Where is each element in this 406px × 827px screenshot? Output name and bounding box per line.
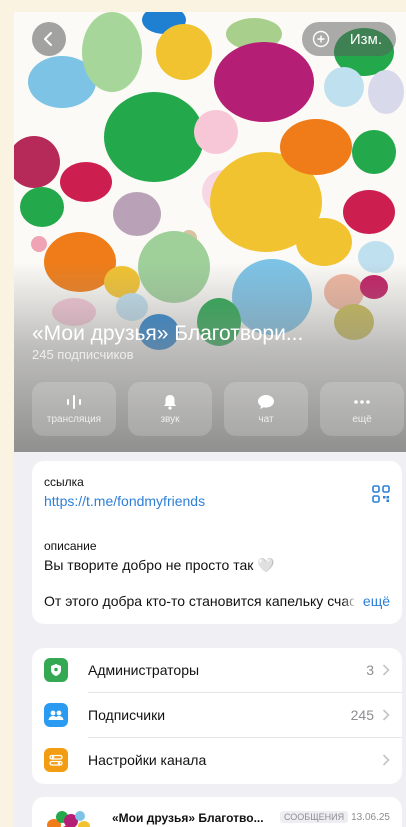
settings-row-value: 3 <box>366 662 374 678</box>
broadcast-button[interactable]: трансляция <box>32 382 116 436</box>
post-title: «Мои друзья» Благотво... <box>112 811 264 825</box>
add-emoji-icon[interactable] <box>312 30 330 48</box>
chevron-right-icon <box>382 664 390 676</box>
more-button[interactable]: ещё <box>320 382 404 436</box>
settings-row-label: Администраторы <box>88 662 200 678</box>
chevron-right-icon <box>382 754 390 766</box>
settings-row-subscribers[interactable]: Подписчики 245 <box>32 693 402 738</box>
channel-link[interactable]: https://t.me/fondmyfriends <box>44 493 205 509</box>
action-bar: трансляция звук чат ещё <box>32 382 406 436</box>
post-date: 13.06.25 <box>351 812 390 823</box>
chevron-left-icon <box>44 32 52 46</box>
channel-settings-card: Администраторы 3 Подписчики 245 Настройк… <box>32 648 402 784</box>
broadcast-icon <box>67 394 81 409</box>
channel-title: «Мои друзья» Благотвори... <box>32 322 304 345</box>
description-line-2: От этого добра кто-то становится капельк… <box>44 593 354 609</box>
bell-icon <box>164 394 176 410</box>
description-more-link[interactable]: ещё <box>342 593 390 609</box>
post-badge: СООБЩЕНИЯ <box>280 811 349 823</box>
settings-toggle-icon <box>44 748 68 772</box>
description-label: описание <box>44 539 97 553</box>
qr-code-icon[interactable] <box>372 485 390 503</box>
settings-row-label: Подписчики <box>88 707 166 723</box>
chat-label: чат <box>258 413 274 425</box>
settings-row-label: Настройки канала <box>88 752 207 768</box>
chevron-right-icon <box>382 709 390 721</box>
chat-bubble-icon <box>258 394 274 409</box>
settings-row-admins[interactable]: Администраторы 3 <box>32 648 402 693</box>
sound-button[interactable]: звук <box>128 382 212 436</box>
back-button[interactable] <box>32 22 66 56</box>
edit-button[interactable]: Изм. <box>302 22 396 56</box>
subscribers-icon <box>44 703 68 727</box>
chat-button[interactable]: чат <box>224 382 308 436</box>
subscriber-count: 245 подписчиков <box>32 347 134 362</box>
description-line-1: Вы творите добро не просто так 🤍 <box>44 557 275 573</box>
channel-cover: Изм. «Мои друзья» Благотвори... 245 подп… <box>14 12 406 452</box>
admin-shield-icon <box>44 658 68 682</box>
post-thumbnail <box>47 811 90 827</box>
channel-profile-screen: Изм. «Мои друзья» Благотвори... 245 подп… <box>14 12 406 827</box>
settings-row-value: 245 <box>350 707 374 723</box>
broadcast-label: трансляция <box>46 413 102 425</box>
more-label: ещё <box>352 413 372 425</box>
link-label: ссылка <box>44 475 84 489</box>
edit-label: Изм. <box>349 30 382 48</box>
post-preview-card[interactable]: «Мои друзья» Благотво... СООБЩЕНИЯ 13.06… <box>32 797 402 827</box>
settings-row-channel-settings[interactable]: Настройки канала <box>32 738 402 783</box>
channel-info-card: ссылка https://t.me/fondmyfriends описан… <box>32 461 402 624</box>
sound-label: звук <box>160 413 180 425</box>
more-dots-icon <box>354 399 370 404</box>
